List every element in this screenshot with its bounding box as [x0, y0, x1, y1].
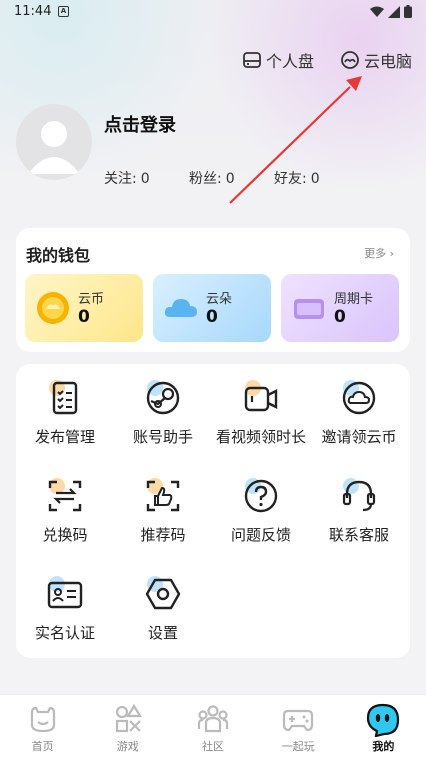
game-shapes-icon: [115, 703, 142, 733]
service-feedback[interactable]: 问题反馈: [212, 462, 310, 552]
service-label: 账号助手: [132, 428, 193, 446]
id-card-icon: [47, 576, 83, 609]
tab-play-together[interactable]: 一起玩: [256, 695, 341, 757]
wallet-item-coin[interactable]: 云币 0: [25, 274, 143, 342]
cloud-pc-label: 云电脑: [363, 52, 412, 71]
stat-value: 0: [310, 171, 320, 187]
personal-disk-label: 个人盘: [265, 52, 314, 71]
card-icon: [294, 299, 324, 319]
service-label: 看视频领时长: [215, 428, 306, 446]
service-account-helper[interactable]: 账号助手: [114, 364, 212, 454]
stat-label: 关注:: [104, 171, 137, 187]
profile-stats: 关注: 0 粉丝: 0 好友: 0: [104, 168, 359, 188]
personal-disk-button[interactable]: 个人盘: [242, 48, 314, 72]
service-label: 发布管理: [34, 428, 95, 446]
sim-icon: A: [58, 6, 69, 17]
cloud-pc-button[interactable]: 云电脑: [340, 48, 412, 72]
wallet-title: 我的钱包: [26, 246, 91, 265]
wallet-item-cloud[interactable]: 云朵 0: [153, 274, 271, 342]
exchange-icon: [48, 478, 82, 512]
status-time: 11:44: [14, 4, 52, 19]
tab-label: 游戏: [116, 740, 139, 753]
settings-hexagon-icon: [145, 576, 181, 610]
stat-value: 0: [140, 171, 150, 187]
stat-label: 粉丝:: [189, 171, 222, 187]
tab-label: 首页: [31, 740, 54, 753]
headset-icon: [342, 478, 376, 512]
login-link[interactable]: 点击登录: [104, 111, 176, 137]
services-card: 发布管理 账号助手 看视频领时长 邀请领云币 兑换码 推荐码 问题反馈 联系客服…: [16, 364, 410, 658]
wallet-item-value: 0: [206, 307, 218, 327]
cloud-icon: [164, 299, 197, 317]
question-icon: [244, 478, 278, 513]
avatar[interactable]: [16, 104, 92, 180]
service-label: 邀请领云币: [321, 428, 397, 446]
wallet-item-week-card[interactable]: 周期卡 0: [281, 274, 399, 342]
service-label: 联系客服: [328, 526, 389, 544]
community-icon: [197, 705, 229, 733]
gamepad-icon: [283, 709, 314, 732]
status-bar: 11:44 A: [0, 0, 426, 24]
tab-games[interactable]: 游戏: [85, 695, 170, 757]
service-watch-video[interactable]: 看视频领时长: [212, 364, 310, 454]
thumbs-up-icon: [146, 478, 180, 512]
service-label: 实名认证: [34, 624, 95, 642]
service-label: 兑换码: [42, 526, 88, 544]
mascot-icon: [367, 703, 400, 737]
checklist-icon: [49, 380, 78, 415]
service-invite-coins[interactable]: 邀请领云币: [310, 364, 408, 454]
default-avatar-icon: [28, 121, 80, 174]
service-contact-support[interactable]: 联系客服: [310, 462, 408, 552]
stat-value: 0: [225, 171, 235, 187]
wallet-item-label: 周期卡: [334, 292, 374, 307]
steam-icon: [146, 380, 180, 415]
wifi-icon: [370, 6, 384, 17]
tab-label: 一起玩: [281, 740, 315, 753]
wallet-more-link[interactable]: 更多 ›: [364, 245, 394, 261]
stat-label: 好友:: [274, 171, 307, 187]
disk-icon: [243, 52, 261, 68]
wallet-item-label: 云朵: [206, 292, 233, 307]
service-real-name[interactable]: 实名认证: [16, 560, 114, 650]
stat-fans[interactable]: 粉丝: 0: [189, 168, 274, 188]
battery-icon: [404, 5, 412, 18]
tab-label: 社区: [202, 740, 224, 753]
tab-mine[interactable]: 我的: [341, 695, 426, 757]
cloud-invite-icon: [342, 380, 376, 415]
service-label: 推荐码: [140, 526, 186, 544]
video-camera-icon: [244, 380, 278, 412]
service-label: 设置: [147, 624, 178, 642]
top-links: 个人盘 云电脑: [242, 48, 412, 72]
cloud-pc-icon: [341, 51, 359, 69]
stat-friends[interactable]: 好友: 0: [274, 168, 359, 188]
wallet-item-value: 0: [334, 307, 346, 327]
signal-icon: [388, 5, 400, 18]
tab-community[interactable]: 社区: [170, 695, 255, 757]
service-referral-code[interactable]: 推荐码: [114, 462, 212, 552]
service-redeem-code[interactable]: 兑换码: [16, 462, 114, 552]
tab-home[interactable]: 首页: [0, 695, 85, 757]
stat-following[interactable]: 关注: 0: [104, 168, 189, 188]
wallet-item-label: 云币: [78, 292, 105, 307]
service-label: 问题反馈: [230, 526, 291, 544]
wallet-card: 我的钱包 更多 › 云币 0 云朵 0 周期卡 0: [16, 228, 410, 352]
service-publish-manage[interactable]: 发布管理: [16, 364, 114, 454]
wallet-item-value: 0: [78, 307, 90, 327]
bottom-tab-bar: 首页 游戏 社区 一起玩 我的: [0, 694, 426, 757]
service-settings[interactable]: 设置: [114, 560, 212, 650]
coin-icon: [37, 292, 69, 324]
tab-label: 我的: [372, 740, 395, 753]
home-icon: [30, 706, 55, 733]
